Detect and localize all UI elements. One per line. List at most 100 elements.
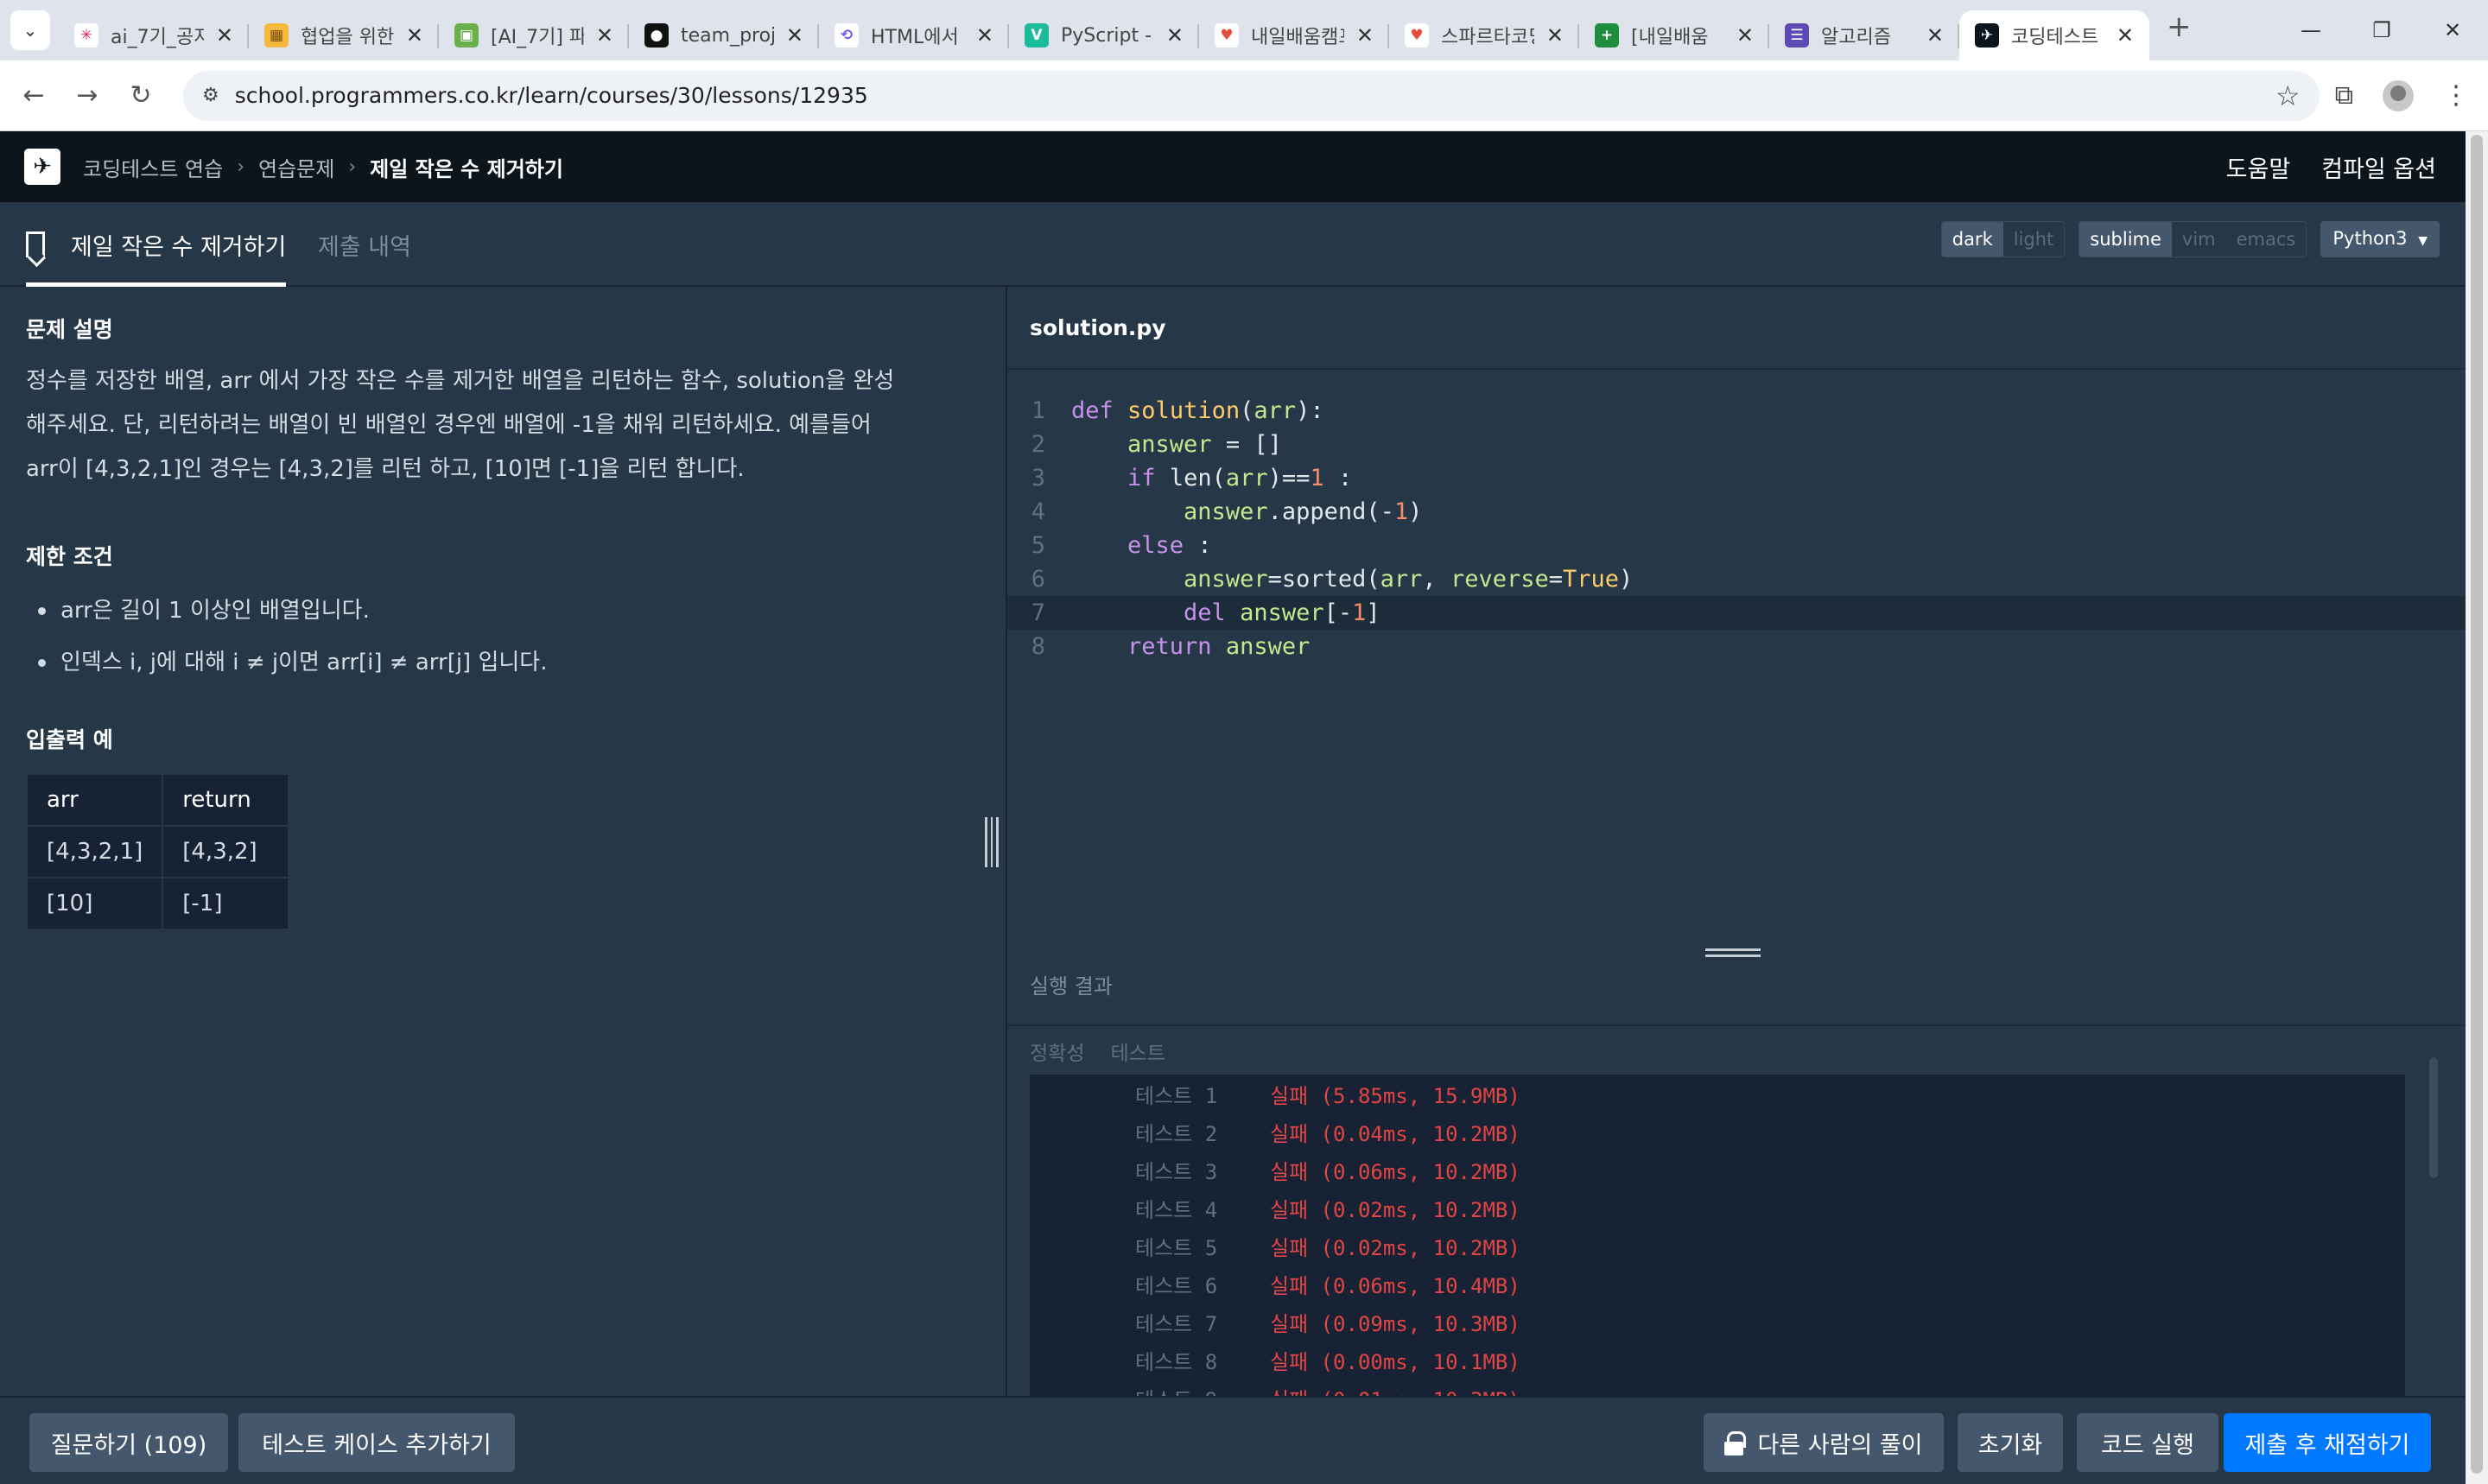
browser-tab[interactable]: ▣ [AI_7기] 파 ✕ [439, 10, 629, 60]
result-scrollbar[interactable] [2429, 1057, 2438, 1178]
browser-tab[interactable]: V PyScript - ✕ [1009, 10, 1199, 60]
result-test-value: 실패 (0.09ms, 10.3MB) [1270, 1311, 1520, 1336]
result-row: 테스트 4 실패 (0.02ms, 10.2MB) [1030, 1189, 2405, 1227]
line-number: 4 [1031, 498, 1045, 525]
browser-tab[interactable]: ▦ 협업을 위한 ✕ [249, 10, 439, 60]
result-test-label: 테스트 8 [1135, 1349, 1218, 1374]
tab-close-icon[interactable]: ✕ [1926, 23, 1944, 48]
chevron-right-icon: › [348, 155, 357, 178]
restore-icon[interactable]: ❐ [2346, 0, 2417, 60]
code-line-current[interactable]: 7 del answer[-1] [1007, 596, 2467, 630]
new-tab-plus-icon[interactable]: + [2149, 2, 2209, 60]
code-line[interactable]: 4 answer.append(-1) [1007, 495, 2467, 529]
desc-title: 문제 설명 [26, 317, 113, 342]
tab-title: team_project [681, 24, 774, 47]
result-test-value: 실패 (0.04ms, 10.2MB) [1270, 1121, 1520, 1146]
minimize-icon[interactable]: — [2275, 0, 2346, 60]
breadcrumb-item[interactable]: 연습문제 [258, 152, 334, 182]
code-line[interactable]: 5 else : [1007, 529, 2467, 562]
browser-tab[interactable]: + [내일배움 ✕ [1579, 10, 1769, 60]
back-arrow-icon[interactable]: ← [7, 80, 60, 111]
editor-split-handle[interactable] [1705, 948, 1761, 961]
submit-button[interactable]: 제출 후 채점하기 [2224, 1413, 2431, 1472]
browser-tab[interactable]: ⟲ HTML에서 ✕ [819, 10, 1009, 60]
table-header: arr [25, 773, 164, 827]
tab-search-chevron-icon[interactable]: ⌄ [10, 10, 50, 50]
table-row: [4,3,2,1] [4,3,2] [25, 825, 290, 878]
language-select[interactable]: Python3 ▼ [2320, 221, 2440, 257]
browser-tab[interactable]: ☰ 알고리즘 ✕ [1769, 10, 1959, 60]
keymap-emacs-button[interactable]: emacs [2225, 222, 2307, 257]
tab-problem[interactable]: 제일 작은 수 제거하기 [26, 202, 287, 287]
tab-favicon-icon: ▦ [264, 23, 289, 48]
tab-submission-history[interactable]: 제출 내역 [318, 202, 411, 287]
tab-close-icon[interactable]: ✕ [1736, 23, 1754, 48]
code-line[interactable]: 8 return answer [1007, 630, 2467, 663]
keymap-sublime-button[interactable]: sublime [2079, 222, 2172, 257]
result-test-label: 테스트 1 [1135, 1083, 1218, 1108]
others-solution-label: 다른 사람의 풀이 [1757, 1431, 1923, 1459]
tab-close-icon[interactable]: ✕ [1546, 23, 1564, 48]
tab-problem-label: 제일 작은 수 제거하기 [71, 233, 287, 261]
code-line[interactable]: 3 if len(arr)==1 : [1007, 461, 2467, 495]
help-link[interactable]: 도움말 [2226, 150, 2291, 184]
add-testcase-button[interactable]: 테스트 케이스 추가하기 [238, 1413, 515, 1472]
tab-favicon-icon: ♥ [1405, 23, 1429, 48]
add-testcase-label: 테스트 케이스 추가하기 [262, 1431, 492, 1459]
others-solution-button[interactable]: 다른 사람의 풀이 [1704, 1413, 1944, 1472]
tab-title: 코딩테스트 [2011, 27, 2099, 48]
forward-arrow-icon[interactable]: → [60, 80, 114, 111]
browser-tab[interactable]: ✈ 코딩테스트 ✕ [1959, 10, 2149, 60]
code-text: answer = [] [1127, 431, 1282, 458]
browser-tab[interactable]: ♥ 스파르타코딩 ✕ [1389, 10, 1579, 60]
tab-favicon-icon: ▣ [454, 23, 479, 48]
problem-pane: 문제 설명 정수를 저장한 배열, arr 에서 가장 작은 수를 제거한 배열… [0, 287, 1004, 1396]
extensions-puzzle-icon[interactable]: ⧉ [2335, 80, 2353, 111]
programmers-logo-icon[interactable]: ✈ [24, 149, 60, 185]
browser-menu-kebab-icon[interactable]: ⋮ [2443, 80, 2469, 111]
question-button[interactable]: 질문하기 (109) [29, 1413, 228, 1472]
keymap-vim-button[interactable]: vim [2171, 222, 2226, 257]
profile-avatar-icon[interactable] [2383, 79, 2414, 111]
pane-resize-handle[interactable] [985, 817, 1000, 867]
theme-dark-button[interactable]: dark [1941, 222, 2003, 257]
result-test-label: 테스트 7 [1135, 1311, 1218, 1336]
tab-close-icon[interactable]: ✕ [1356, 23, 1374, 48]
reset-button[interactable]: 초기화 [1958, 1413, 2063, 1472]
site-info-icon[interactable]: ⚙ [202, 85, 219, 106]
reload-icon[interactable]: ↻ [114, 80, 168, 111]
breadcrumb-item[interactable]: 코딩테스트 연습 [83, 152, 223, 182]
tab-close-icon[interactable]: ✕ [786, 23, 803, 48]
table-header: return [162, 773, 290, 827]
url-omnibox[interactable]: ⚙ school.programmers.co.kr/learn/courses… [183, 70, 2320, 121]
tab-close-icon[interactable]: ✕ [976, 23, 993, 48]
line-number: 6 [1031, 566, 1045, 593]
run-code-button[interactable]: 코드 실행 [2077, 1413, 2218, 1472]
bookmark-star-icon[interactable]: ☆ [2275, 79, 2301, 112]
tab-close-icon[interactable]: ✕ [1166, 23, 1184, 48]
url-text[interactable]: school.programmers.co.kr/learn/courses/3… [235, 83, 2275, 108]
theme-light-button[interactable]: light [2002, 222, 2065, 257]
bookmark-icon[interactable] [26, 231, 45, 257]
code-line[interactable]: 6 answer=sorted(arr, reverse=True) [1007, 562, 2467, 596]
tab-favicon-icon: ⟲ [835, 23, 859, 48]
tab-close-icon[interactable]: ✕ [216, 23, 233, 48]
code-line[interactable]: 1 def solution(arr): [1007, 394, 2467, 428]
close-window-icon[interactable]: ✕ [2417, 0, 2488, 60]
line-number: 8 [1031, 633, 1045, 660]
page-scrollbar[interactable] [2466, 131, 2488, 1484]
tab-close-icon[interactable]: ✕ [2117, 23, 2134, 48]
desc-line: 정수를 저장한 배열, arr 에서 가장 작은 수를 제거한 배열을 리턴하는… [26, 368, 895, 394]
breadcrumb: 코딩테스트 연습 › 연습문제 › 제일 작은 수 제거하기 [83, 152, 563, 182]
compile-options-link[interactable]: 컴파일 옵션 [2321, 150, 2436, 184]
tab-close-icon[interactable]: ✕ [406, 23, 423, 48]
browser-tab[interactable]: ✳ ai_7기_공지 ✕ [59, 10, 249, 60]
tab-title: [내일배움 [1631, 27, 1709, 48]
browser-tab[interactable]: ● team_project ✕ [629, 10, 819, 60]
result-output[interactable]: 테스트 1 실패 (5.85ms, 15.9MB) 테스트 2 실패 (0.04ms,… [1030, 1075, 2405, 1398]
code-line[interactable]: 2 answer = [] [1007, 428, 2467, 461]
browser-tab[interactable]: ♥ 내일배움캠프 ✕ [1199, 10, 1389, 60]
code-editor[interactable]: 1 def solution(arr): 2 answer = [] 3 if l… [1007, 394, 2467, 663]
tab-close-icon[interactable]: ✕ [596, 23, 613, 48]
desc-line: arr이 [4,3,2,1]인 경우는 [4,3,2]를 리턴 하고, [10]… [26, 456, 745, 482]
